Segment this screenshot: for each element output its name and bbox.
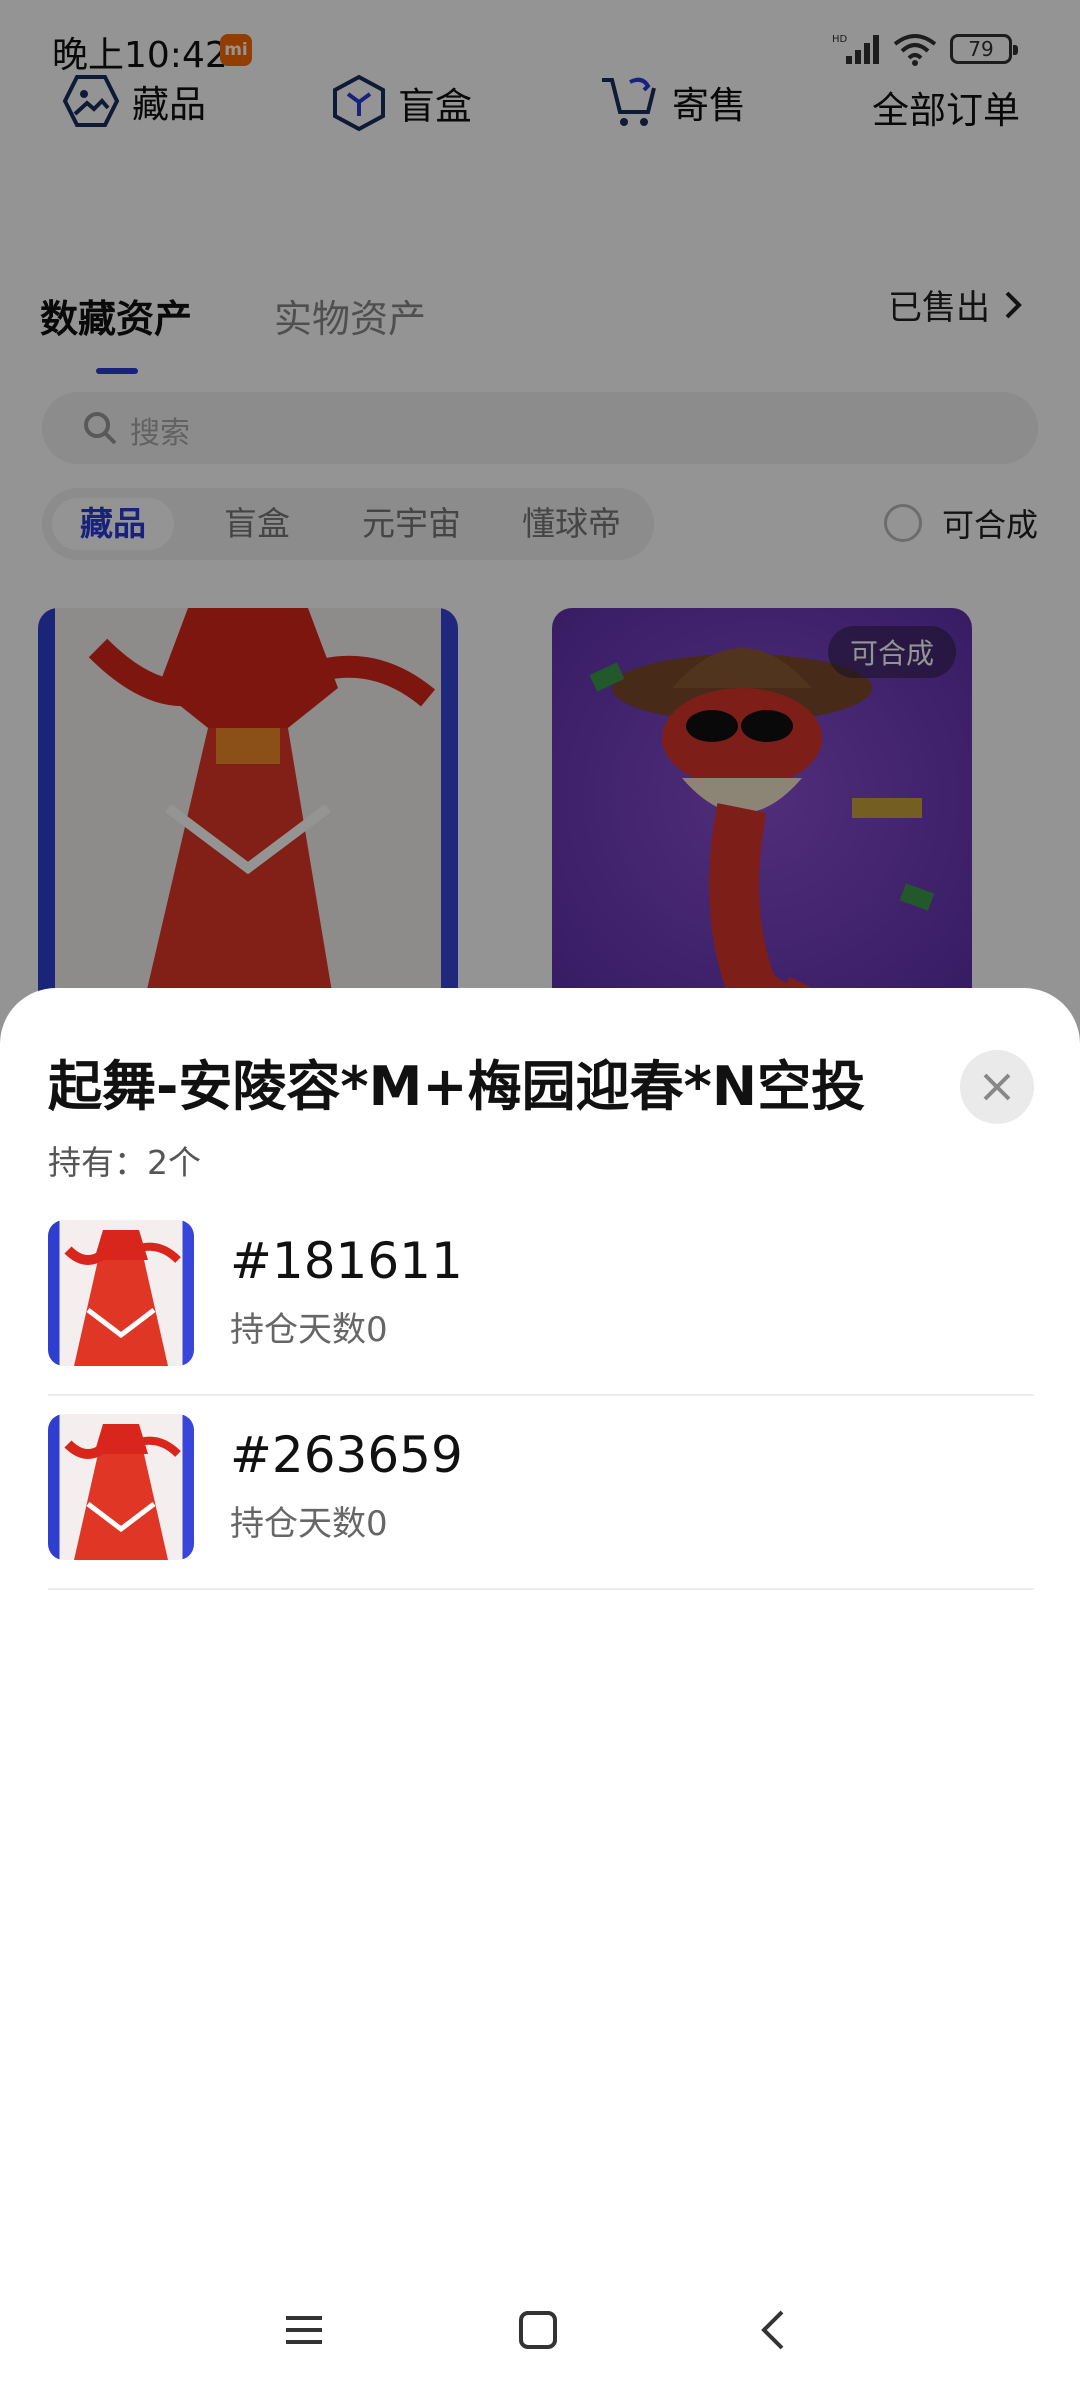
recent-apps-icon[interactable] bbox=[284, 2310, 324, 2354]
item-serial-number: #181611 bbox=[230, 1232, 463, 1290]
item-serial-number: #263659 bbox=[230, 1426, 463, 1484]
holding-count: 持有：2个 bbox=[48, 1143, 201, 1182]
item-holding-days: 持仓天数0 bbox=[230, 1504, 388, 1544]
list-item[interactable]: #181611 持仓天数0 bbox=[48, 1202, 1034, 1396]
item-holding-days: 持仓天数0 bbox=[230, 1310, 388, 1350]
sheet-title: 起舞-安陵容*M+梅园迎春*N空投 bbox=[48, 1055, 866, 1118]
list-item[interactable]: #263659 持仓天数0 bbox=[48, 1396, 1034, 1590]
close-button[interactable] bbox=[960, 1050, 1034, 1124]
item-thumbnail bbox=[48, 1414, 194, 1560]
holdings-bottom-sheet: 起舞-安陵容*M+梅园迎春*N空投 持有：2个 #181611 持仓天数0 #2… bbox=[0, 988, 1080, 2400]
item-thumbnail bbox=[48, 1220, 194, 1366]
close-icon bbox=[983, 1073, 1011, 1101]
home-icon[interactable] bbox=[518, 2310, 558, 2354]
back-icon[interactable] bbox=[754, 2310, 794, 2354]
system-navigation-bar bbox=[0, 2286, 1080, 2386]
